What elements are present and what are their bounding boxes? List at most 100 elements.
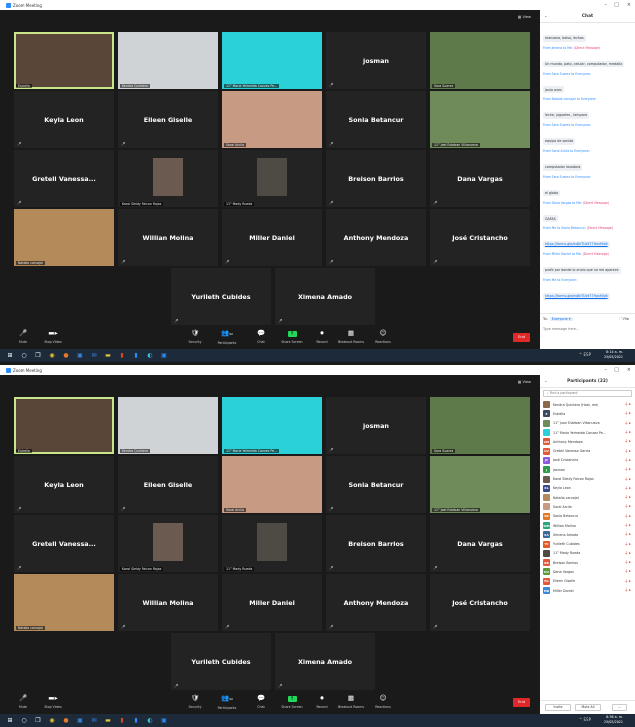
chrome-icon[interactable]: ◉ [48, 352, 56, 359]
participant-row[interactable]: GV Gretell Vanessa Garcia ⏚▸ [543, 446, 633, 455]
video-tile[interactable]: 11° Joel Esteban Villanueva [430, 91, 530, 148]
video-tile[interactable]: Sonia Betancur 🎤 [326, 456, 426, 513]
video-tile[interactable]: 11° Joel Esteban Villanueva [430, 456, 530, 513]
system-clock[interactable]: 8:36 a. m. 25/05/2021 [604, 715, 623, 725]
task-view-icon[interactable]: ❐ [34, 717, 42, 724]
close-icon[interactable]: × [627, 0, 631, 10]
video-tile[interactable]: Sonia Betancur 🎤 [326, 91, 426, 148]
reactions-button[interactable]: ☺ Reactions [366, 329, 400, 344]
participant-row[interactable]: JC José Cristancho ⏚▸ [543, 456, 633, 465]
edge-icon[interactable]: ◐ [146, 717, 154, 724]
powerpoint-icon[interactable]: ▮ [118, 352, 126, 359]
video-tile[interactable]: José Cristancho 🎤 [430, 574, 530, 631]
firefox-icon[interactable]: ● [62, 717, 70, 724]
video-tile[interactable]: Yurileth Cubides 🎤 [171, 633, 271, 690]
mute-button[interactable]: 🎤 Mute [6, 694, 40, 709]
powerpoint-icon[interactable]: ▮ [118, 717, 126, 724]
stop-video-button[interactable]: ▬▸ Stop Video [36, 329, 70, 344]
participant-row[interactable]: EG Eileen Giselle ⏚▸ [543, 577, 633, 586]
store-icon[interactable]: ▣ [76, 352, 84, 359]
store-icon[interactable]: ▣ [76, 717, 84, 724]
video-tile[interactable]: Kendra Quintero [118, 32, 218, 89]
chat-button[interactable]: 💬 Chat [244, 329, 278, 344]
video-tile[interactable]: 11° Maria Yeimeida Conzez Pe... [222, 32, 322, 89]
maximize-icon[interactable]: □ [614, 365, 619, 375]
video-tile[interactable]: Gretell Vanessa... 🎤 [14, 150, 114, 207]
video-tile[interactable]: Kendra Quintero [118, 397, 218, 454]
video-tile[interactable]: Dana Vargas 🎤 [430, 515, 530, 572]
video-tile[interactable]: Sara Suarez [430, 397, 530, 454]
share-screen-button[interactable]: ↑ Share Screen [275, 694, 309, 709]
stop-video-button[interactable]: ▬▸ Stop Video [36, 694, 70, 709]
system-tray[interactable]: ^ ESP [579, 352, 591, 357]
participant-row[interactable]: MD Miller Daniel ⏚▸ [543, 586, 633, 595]
mute-button[interactable]: 🎤 Mute [6, 329, 40, 344]
participant-row[interactable]: 11° Maria Yeimeida Conzez Pe... ⏚▸ [543, 428, 633, 437]
participant-row[interactable]: Karol Sleidy Falcon Rojas ⏚▸ [543, 474, 633, 483]
participant-row[interactable]: Jjosman ⏚▸ [543, 465, 633, 474]
participant-row[interactable]: BB Breison Barrios ⏚▸ [543, 558, 633, 567]
video-tile[interactable]: Estrella [14, 397, 114, 454]
chrome-icon[interactable]: ◉ [48, 717, 56, 724]
chat-link[interactable]: https://forms.gle/eqBrTUs977HavMiz6 [543, 292, 610, 300]
end-meeting-button[interactable]: End [513, 698, 530, 707]
video-tile[interactable]: Gretell Vanessa... 🎤 [14, 515, 114, 572]
zoom-app-icon[interactable]: ▣ [160, 717, 168, 724]
video-tile[interactable]: Yurileth Cubides 🎤 [171, 268, 271, 325]
participants-button[interactable]: 👥22 Participants [210, 329, 244, 345]
minimize-icon[interactable]: – [605, 365, 608, 375]
video-tile[interactable]: Sara Suarez [430, 32, 530, 89]
mail-icon[interactable]: ✉ [90, 352, 98, 359]
view-button[interactable]: ▦ View [518, 380, 531, 384]
mail-icon[interactable]: ✉ [90, 717, 98, 724]
video-tile[interactable]: Miller Daniel 🎤 [222, 209, 322, 266]
windows-start-icon[interactable]: ⊞ [6, 352, 14, 359]
close-icon[interactable]: × [627, 365, 631, 375]
video-tile[interactable]: José Cristancho 🎤 [430, 209, 530, 266]
participant-row[interactable]: KL Keyla Leon ⏚▸ [543, 484, 633, 493]
video-tile[interactable]: Karol Sleidy Falcon Rojas [118, 150, 218, 207]
participant-row[interactable]: 11° Mady Rueda ⏚▸ [543, 549, 633, 558]
firefox-icon[interactable]: ● [62, 352, 70, 359]
video-tile[interactable]: Sarai Arcila [222, 91, 322, 148]
video-tile[interactable]: 11° Mady Rueda [222, 515, 322, 572]
zoom-taskbar-icon[interactable]: ▮ [132, 352, 140, 359]
explorer-icon[interactable]: ▬ [104, 717, 112, 724]
breakout-rooms-button[interactable]: ▦ Breakout Rooms [334, 329, 368, 344]
reactions-button[interactable]: ☺ Reactions [366, 694, 400, 709]
zoom-app-icon[interactable]: ▣ [160, 352, 168, 359]
video-tile[interactable]: Willian Molina 🎤 [118, 574, 218, 631]
participant-row[interactable]: XA Ximena Amado ⏚▸ [543, 530, 633, 539]
video-tile[interactable]: Keyla Leon 🎤 [14, 456, 114, 513]
file-button[interactable]: 🗋 File [620, 317, 630, 323]
recipient-dropdown[interactable]: Everyone ▾ [549, 317, 573, 321]
video-tile[interactable]: Sarai Arcila [222, 456, 322, 513]
explorer-icon[interactable]: ▬ [104, 352, 112, 359]
participant-row[interactable]: DV Dana Vargas ⏚▸ [543, 567, 633, 576]
mute-all-button[interactable]: Mute All [575, 704, 601, 711]
video-tile[interactable]: Ximena Amado 🎤 [275, 633, 375, 690]
search-icon[interactable]: ○ [20, 717, 28, 724]
maximize-icon[interactable]: □ [614, 0, 619, 10]
video-tile[interactable]: josman 🎤 [326, 32, 426, 89]
breakout-rooms-button[interactable]: ▦ Breakout Rooms [334, 694, 368, 709]
edge-icon[interactable]: ◐ [146, 352, 154, 359]
chat-message-input[interactable] [543, 325, 631, 333]
participant-row[interactable]: SB Sonia Betancur ⏚▸ [543, 512, 633, 521]
video-tile[interactable]: Natalia carvajal [14, 209, 114, 266]
participant-row[interactable]: Natalia carvajal ⏚▸ [543, 493, 633, 502]
participant-row[interactable]: 11° Juan Esteban Villanueva ⏚▸ [543, 419, 633, 428]
video-tile[interactable]: 11° Mady Rueda [222, 150, 322, 207]
system-tray[interactable]: ^ ESP [579, 717, 591, 722]
participant-row[interactable]: Sarai Arcila ⏚▸ [543, 502, 633, 511]
video-tile[interactable]: Miller Daniel 🎤 [222, 574, 322, 631]
participant-search-input[interactable]: ⌕ Find a participant [543, 390, 632, 397]
chat-button[interactable]: 💬 Chat [244, 694, 278, 709]
task-view-icon[interactable]: ❐ [34, 352, 42, 359]
search-icon[interactable]: ○ [20, 352, 28, 359]
view-button[interactable]: ▦ View [518, 15, 531, 19]
video-tile[interactable]: josman 🎤 [326, 397, 426, 454]
video-tile[interactable]: Anthony Mendoza 🎤 [326, 209, 426, 266]
video-tile[interactable]: Dana Vargas 🎤 [430, 150, 530, 207]
video-tile[interactable]: Breison Barrios 🎤 [326, 515, 426, 572]
